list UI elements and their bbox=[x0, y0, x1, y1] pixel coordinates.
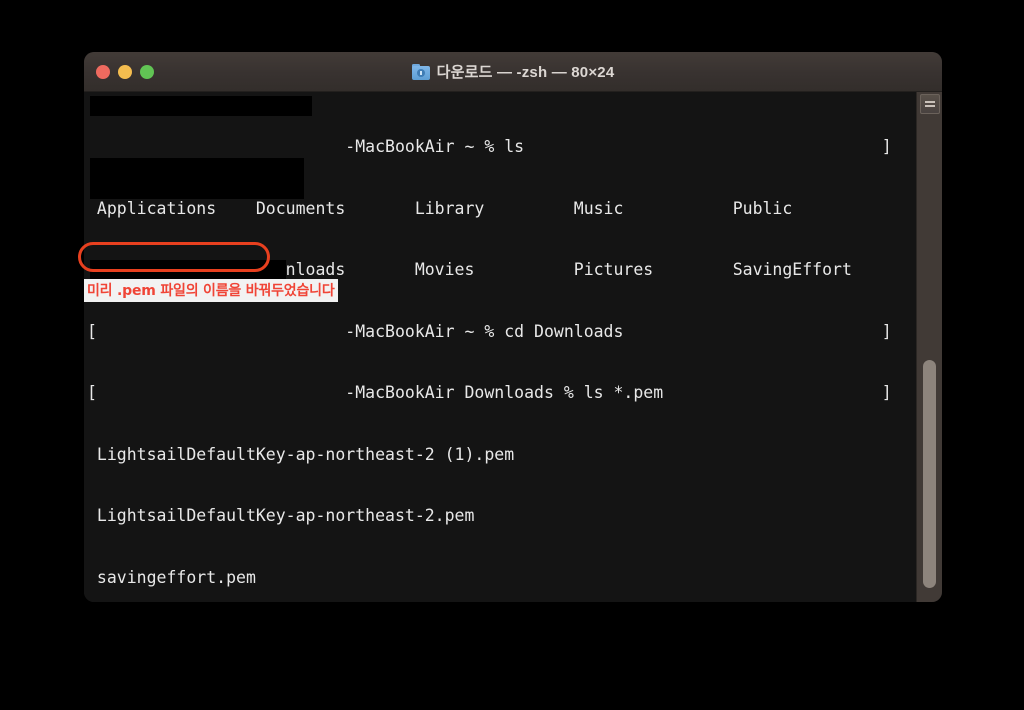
terminal-line: -MacBookAir ~ % ls ] bbox=[87, 137, 892, 156]
redaction-bar-line9 bbox=[90, 260, 286, 281]
terminal-line: [ -MacBookAir ~ % cd Downloads ] bbox=[87, 321, 892, 341]
window-titlebar[interactable]: 다운로드 — -zsh — 80×24 bbox=[84, 52, 942, 92]
redaction-bar-line5 bbox=[90, 178, 304, 199]
terminal-line: savingeffort.pem bbox=[87, 567, 256, 587]
window-title-group: 다운로드 — -zsh — 80×24 bbox=[411, 61, 615, 82]
terminal-line: LightsailDefaultKey-ap-northeast-2.pem bbox=[87, 506, 475, 525]
terminal-text: -MacBookAir ~ % ls ] Applications Docume… bbox=[84, 96, 942, 602]
split-pane-icon[interactable] bbox=[920, 94, 940, 114]
scrollbar-thumb[interactable] bbox=[923, 360, 936, 588]
downloads-folder-icon bbox=[411, 63, 430, 80]
korean-note-annotation: 미리 .pem 파일의 이름을 바꿔두었습니다 bbox=[84, 279, 338, 302]
window-title: 다운로드 — -zsh — 80×24 bbox=[436, 64, 615, 81]
terminal-content-area[interactable]: -MacBookAir ~ % ls ] Applications Docume… bbox=[84, 92, 942, 602]
terminal-line: [ -MacBookAir Downloads % ls *.pem ] bbox=[87, 383, 892, 402]
zoom-button[interactable] bbox=[140, 64, 154, 79]
traffic-lights bbox=[96, 64, 154, 79]
minimize-button[interactable] bbox=[118, 64, 132, 79]
redaction-bar-line4 bbox=[90, 158, 304, 179]
close-button[interactable] bbox=[96, 64, 110, 79]
redaction-bar-line1 bbox=[90, 96, 312, 116]
terminal-line: LightsailDefaultKey-ap-northeast-2 (1).p… bbox=[87, 444, 515, 464]
terminal-scrollbar[interactable] bbox=[916, 92, 942, 602]
terminal-window: 다운로드 — -zsh — 80×24 -MacBookAir ~ % ls ]… bbox=[84, 52, 942, 602]
terminal-line: Applications Documents Library Music Pub… bbox=[87, 198, 793, 218]
